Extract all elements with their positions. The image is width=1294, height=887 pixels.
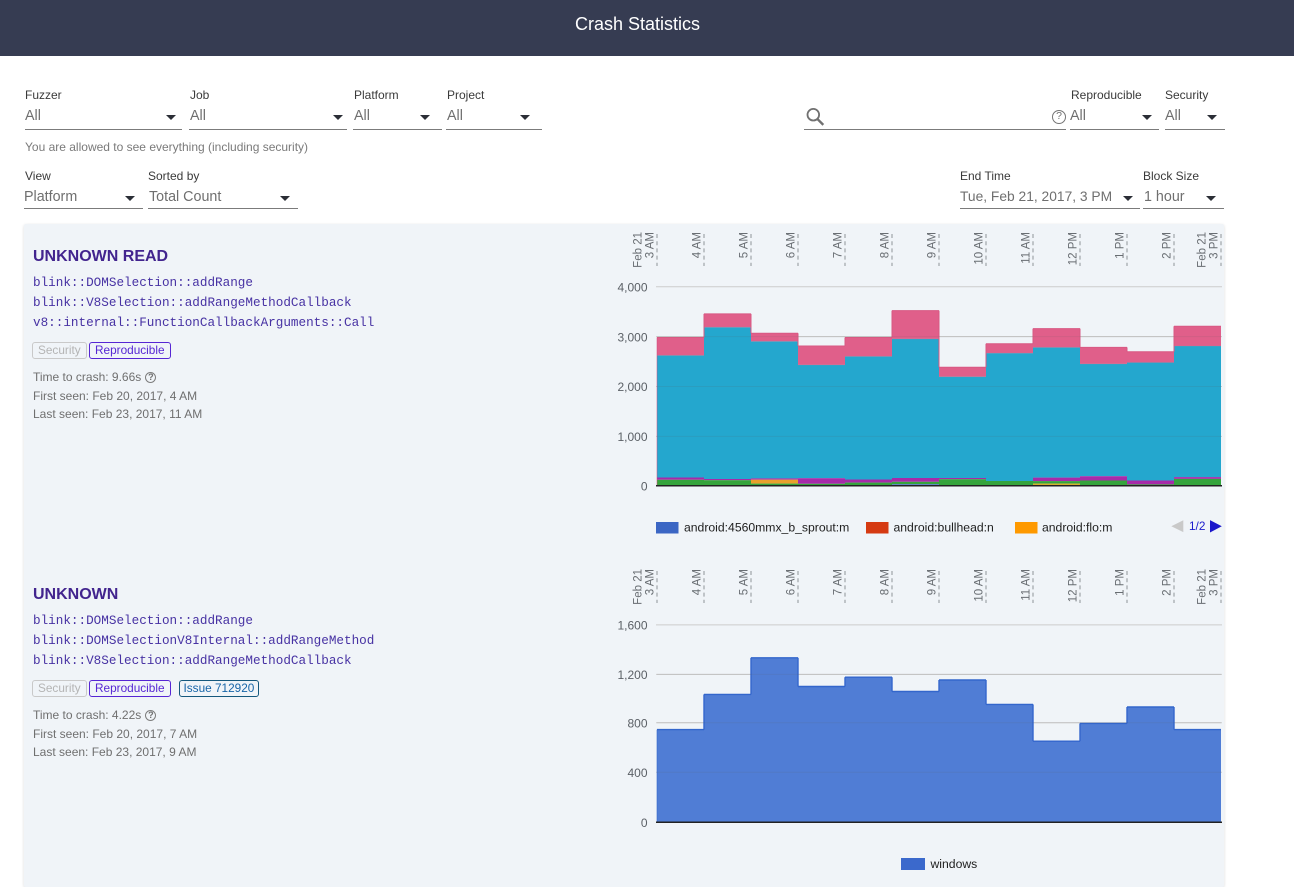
svg-text:7 AM: 7 AM (833, 569, 845, 595)
svg-text:4 AM: 4 AM (692, 569, 704, 595)
svg-text:3 AM: 3 AM (645, 232, 657, 258)
svg-text:windows: windows (930, 857, 978, 871)
svg-text:5 AM: 5 AM (739, 232, 751, 258)
svg-text:2,000: 2,000 (617, 380, 647, 394)
svg-text:7 AM: 7 AM (833, 232, 845, 258)
svg-text:10 AM: 10 AM (974, 232, 986, 265)
svg-text:8 AM: 8 AM (880, 232, 892, 258)
svg-text:0: 0 (641, 816, 648, 830)
svg-text:Feb 21: Feb 21 (633, 569, 645, 605)
svg-text:10 AM: 10 AM (974, 569, 986, 602)
svg-text:1 PM: 1 PM (1115, 569, 1127, 596)
svg-text:2 PM: 2 PM (1162, 569, 1174, 596)
svg-text:6 AM: 6 AM (786, 569, 798, 595)
svg-text:11 AM: 11 AM (1021, 232, 1033, 264)
svg-text:Feb 21: Feb 21 (633, 232, 645, 268)
svg-text:1,000: 1,000 (617, 430, 647, 444)
svg-text:0: 0 (641, 480, 648, 494)
svg-text:Feb 21: Feb 21 (1197, 569, 1209, 605)
svg-text:3 PM: 3 PM (1209, 232, 1221, 259)
svg-text:2 PM: 2 PM (1162, 232, 1174, 259)
svg-text:6 AM: 6 AM (786, 232, 798, 258)
svg-text:Feb 21: Feb 21 (1197, 232, 1209, 268)
svg-text:12 PM: 12 PM (1068, 569, 1080, 602)
svg-text:android:bullhead:n: android:bullhead:n (894, 521, 994, 535)
svg-text:9 AM: 9 AM (927, 569, 939, 595)
svg-text:9 AM: 9 AM (927, 232, 939, 258)
svg-text:3 PM: 3 PM (1209, 569, 1221, 596)
svg-text:5 AM: 5 AM (739, 569, 751, 595)
svg-text:1,200: 1,200 (617, 668, 647, 682)
svg-text:1,600: 1,600 (617, 619, 647, 633)
svg-text:12 PM: 12 PM (1068, 232, 1080, 265)
svg-text:3 AM: 3 AM (645, 569, 657, 595)
svg-text:3,000: 3,000 (617, 330, 647, 344)
svg-text:800: 800 (627, 716, 647, 730)
svg-text:400: 400 (627, 766, 647, 780)
svg-text:1 PM: 1 PM (1115, 232, 1127, 259)
svg-text:4,000: 4,000 (617, 280, 647, 294)
svg-text:android:flo:m: android:flo:m (1042, 521, 1112, 535)
svg-text:4 AM: 4 AM (692, 232, 704, 258)
svg-text:8 AM: 8 AM (880, 569, 892, 595)
svg-text:1/2: 1/2 (1189, 519, 1205, 533)
svg-text:11 AM: 11 AM (1021, 569, 1033, 601)
svg-text:android:4560mmx_b_sprout:m: android:4560mmx_b_sprout:m (684, 521, 849, 535)
